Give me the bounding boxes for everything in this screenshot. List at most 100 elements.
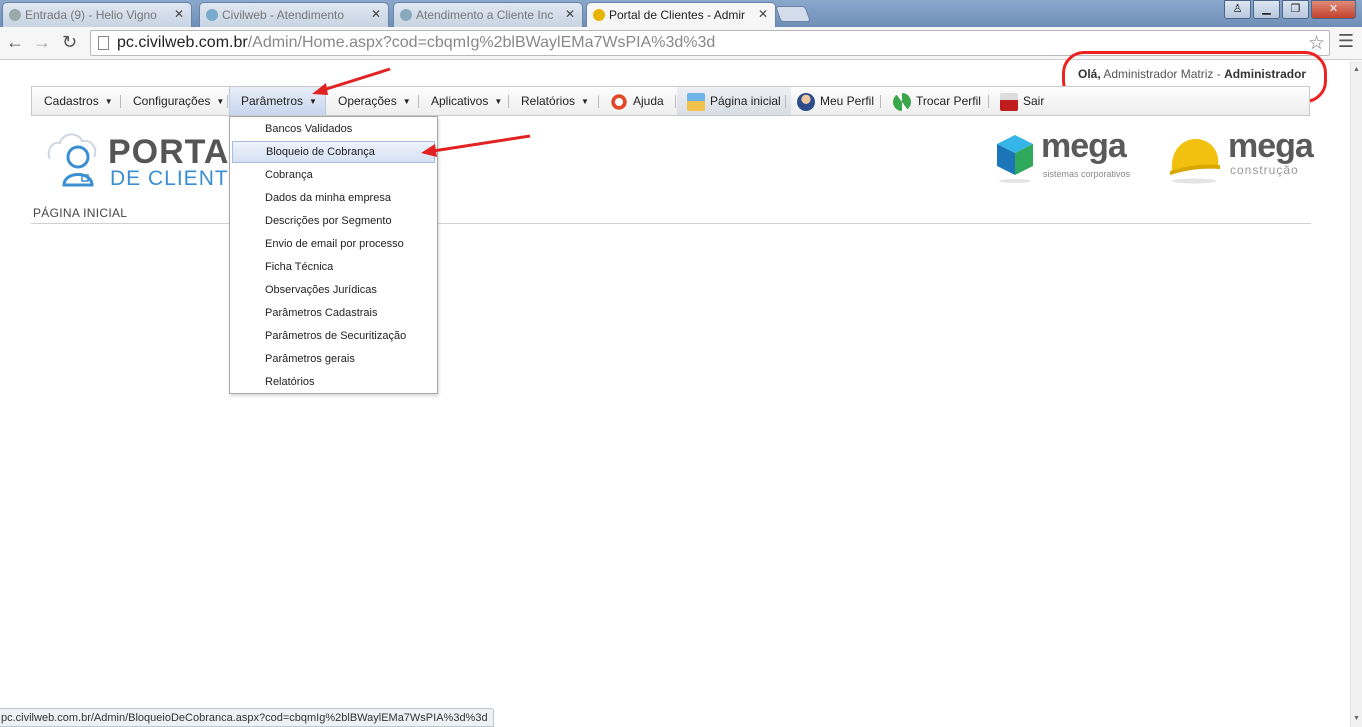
menu-separator: [988, 95, 989, 108]
reload-icon[interactable]: ↻: [62, 32, 77, 53]
menu-item-pagina-inicial[interactable]: Página inicial: [677, 87, 791, 115]
menu-item-label: Parâmetros: [241, 94, 304, 108]
dropdown-item-dados-da-minha-empresa[interactable]: Dados da minha empresa: [232, 187, 435, 209]
lifebuoy-icon: [610, 92, 628, 111]
tab-favicon-icon: [400, 9, 412, 21]
browser-tab-1[interactable]: Entrada (9) - Helio Vigno ✕: [2, 2, 192, 27]
tab-close-icon[interactable]: ✕: [758, 7, 768, 21]
dropdown-item-parametros-cadastrais[interactable]: Parâmetros Cadastrais: [232, 302, 435, 324]
menu-item-label: Configurações: [133, 94, 211, 108]
caret-down-icon: ▼: [216, 96, 225, 106]
mega-word: mega: [1228, 127, 1314, 165]
window-controls: ♙ ▁ ❐ ✕: [1222, 0, 1356, 19]
menu-separator: [785, 95, 786, 108]
caret-down-icon: ▼: [494, 96, 503, 106]
tab-title: Portal de Clientes - Admir: [609, 8, 746, 22]
menu-item-label: Sair: [1023, 94, 1045, 108]
dropdown-item-relatorios[interactable]: Relatórios: [232, 371, 435, 393]
heading-divider: [31, 223, 1311, 224]
user-icon[interactable]: ♙: [1224, 0, 1251, 19]
dropdown-item-bloqueio-de-cobranca[interactable]: Bloqueio de Cobrança: [232, 141, 435, 163]
portal-user-icon: [47, 133, 97, 187]
new-tab-button[interactable]: [775, 6, 811, 22]
menu-item-label: Meu Perfil: [820, 94, 875, 108]
scroll-up-icon[interactable]: ▲: [1353, 66, 1360, 73]
maximize-icon[interactable]: ❐: [1282, 0, 1309, 19]
dropdown-item-cobranca[interactable]: Cobrança: [232, 164, 435, 186]
tab-favicon-icon: [9, 9, 21, 21]
menu-item-configuracoes[interactable]: Configurações ▼: [133, 87, 224, 115]
minimize-icon[interactable]: ▁: [1253, 0, 1280, 19]
tab-close-icon[interactable]: ✕: [174, 7, 184, 21]
browser-menu-icon[interactable]: ☰: [1338, 31, 1354, 52]
page-title: PÁGINA INICIAL: [33, 206, 128, 220]
tab-close-icon[interactable]: ✕: [371, 7, 381, 21]
vertical-scrollbar[interactable]: ▲ ▼: [1350, 61, 1362, 727]
mega-word: mega: [1041, 127, 1127, 165]
dropdown-item-parametros-gerais[interactable]: Parâmetros gerais: [232, 348, 435, 370]
menu-item-meu-perfil[interactable]: Meu Perfil: [797, 87, 874, 115]
menu-item-label: Trocar Perfil: [916, 94, 981, 108]
main-menu-bar: Cadastros ▼ Configurações ▼ Parâmetros ▼ Op…: [31, 86, 1310, 116]
menu-item-sair[interactable]: Sair: [1000, 87, 1044, 115]
menu-item-aplicativos[interactable]: Aplicativos ▼: [431, 87, 502, 115]
caret-down-icon: ▼: [402, 96, 411, 106]
dropdown-item-parametros-de-securitizacao[interactable]: Parâmetros de Securitização: [232, 325, 435, 347]
tab-title: Atendimento a Cliente Inc: [416, 8, 554, 22]
menu-item-label: Aplicativos: [431, 94, 489, 108]
page-icon: [98, 36, 109, 50]
menu-item-label: Relatórios: [521, 94, 576, 108]
browser-tab-bar: Entrada (9) - Helio Vigno ✕ Civilweb - A…: [0, 0, 1362, 27]
browser-tab-active[interactable]: Portal de Clientes - Admir ✕: [586, 2, 776, 27]
page-content: Olá, Administrador Matriz - Administrado…: [0, 51, 1350, 727]
forward-arrow-icon[interactable]: →: [33, 32, 51, 53]
menu-item-label: Ajuda: [633, 94, 664, 108]
url-host: pc.civilweb.com.br: [117, 34, 248, 51]
dropdown-item-envio-de-email[interactable]: Envio de email por processo: [232, 233, 435, 255]
padlock-icon: [1000, 92, 1018, 111]
menu-separator: [227, 95, 228, 108]
status-bar-url: pc.civilweb.com.br/Admin/BloqueioDeCobra…: [0, 708, 494, 727]
tab-title: Civilweb - Atendimento: [222, 8, 345, 22]
menu-item-cadastros[interactable]: Cadastros ▼: [44, 87, 113, 115]
parametros-dropdown: Bancos Validados Bloqueio de Cobrança Co…: [229, 116, 438, 394]
browser-tab-3[interactable]: Atendimento a Cliente Inc ✕: [393, 2, 583, 27]
tab-favicon-icon: [593, 9, 605, 21]
dropdown-item-observacoes-juridicas[interactable]: Observações Jurídicas: [232, 279, 435, 301]
tab-favicon-icon: [206, 9, 218, 21]
annotation-arrow-icon: [421, 134, 531, 157]
mega-sistemas-logo: mega sistemas corporativos: [995, 127, 1135, 185]
menu-separator: [508, 95, 509, 108]
url-path: /Admin/Home.aspx?cod=cbqmIg%2blBWaylEMa7…: [247, 34, 716, 51]
mega-subtitle: sistemas corporativos: [1043, 169, 1131, 179]
back-arrow-icon[interactable]: ←: [6, 32, 24, 53]
scroll-down-icon[interactable]: ▼: [1353, 715, 1360, 722]
browser-tab-2[interactable]: Civilweb - Atendimento ✕: [199, 2, 389, 27]
menu-item-trocar-perfil[interactable]: Trocar Perfil: [893, 87, 981, 115]
mega-subtitle: construção: [1230, 163, 1299, 177]
portal-logo: PORTAL DE CLIENTE: [44, 129, 250, 190]
annotation-arrow-icon: [312, 67, 391, 95]
dropdown-item-descricoes-por-segmento[interactable]: Descrições por Segmento: [232, 210, 435, 232]
user-profile-icon: [797, 92, 815, 111]
caret-down-icon: ▼: [104, 96, 113, 106]
menu-separator: [120, 95, 121, 108]
home-icon: [687, 92, 705, 111]
tab-title: Entrada (9) - Helio Vigno: [25, 8, 157, 22]
menu-item-ajuda[interactable]: Ajuda: [610, 87, 664, 115]
dropdown-item-bancos-validados[interactable]: Bancos Validados: [232, 118, 435, 140]
menu-separator: [418, 95, 419, 108]
menu-separator: [675, 95, 676, 108]
menu-item-relatorios[interactable]: Relatórios ▼: [521, 87, 589, 115]
mega-construcao-logo: mega construção: [1168, 127, 1314, 185]
menu-separator: [598, 95, 599, 108]
menu-item-label: Cadastros: [44, 94, 99, 108]
tab-close-icon[interactable]: ✕: [565, 7, 575, 21]
menu-item-label: Página inicial: [710, 94, 781, 108]
dropdown-item-ficha-tecnica[interactable]: Ficha Técnica: [232, 256, 435, 278]
window-close-icon[interactable]: ✕: [1311, 0, 1356, 19]
menu-separator: [880, 95, 881, 108]
refresh-icon: [893, 92, 911, 111]
portal-logo-line2: DE CLIENTE: [110, 167, 244, 190]
caret-down-icon: ▼: [581, 96, 589, 106]
